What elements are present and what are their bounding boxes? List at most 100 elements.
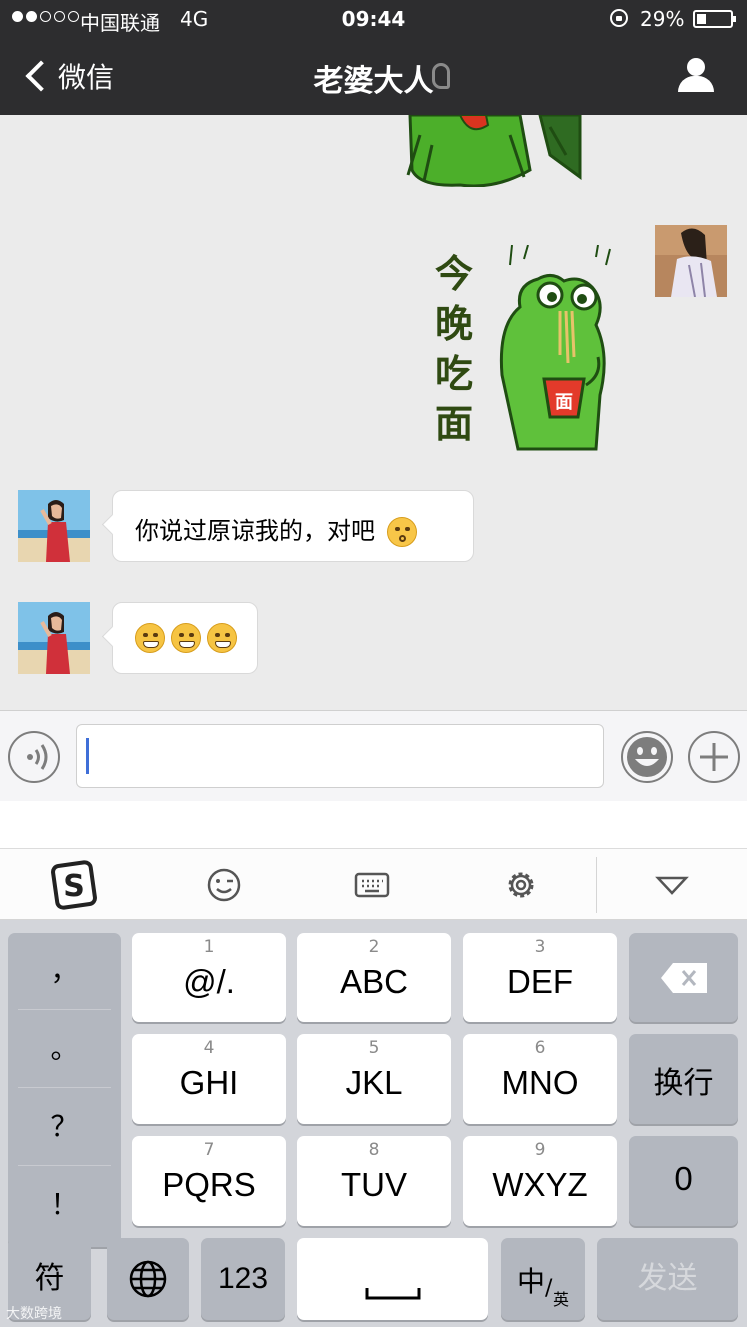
person-torso [678,76,714,92]
status-time: 09:44 [341,7,406,31]
key-number: 7 [203,1140,215,1160]
key-number: 4 [203,1038,215,1058]
key-2[interactable]: 2 ABC [297,933,451,1022]
space-key[interactable] [297,1238,488,1320]
backspace-icon [661,963,707,993]
punct-divider [18,1165,111,1166]
punct-key[interactable]: ！ [8,1167,121,1243]
key-4[interactable]: 4 GHI [132,1034,286,1124]
smiley-icon [627,737,667,777]
green-frog-sticker[interactable] [400,115,590,187]
emoticon-button[interactable] [174,849,274,921]
battery-icon [693,10,736,28]
key-1[interactable]: 1 @/. [132,933,286,1022]
emoji-mouth [398,535,406,542]
more-button[interactable] [688,731,740,783]
key-9[interactable]: 9 WXYZ [463,1136,617,1226]
contact-avatar[interactable] [18,602,90,674]
emoji-row [135,621,237,653]
punct-key[interactable]: 。 [8,1011,121,1087]
sticker-char: 面 [435,402,473,446]
message-bubble[interactable] [112,602,258,674]
emoji-eye [179,633,184,637]
key-3[interactable]: 3 DEF [463,933,617,1022]
key-label: 0 [674,1160,693,1197]
rotation-lock-icon [610,9,628,27]
my-avatar[interactable] [655,225,727,297]
key-6[interactable]: 6 MNO [463,1034,617,1124]
sogou-logo-button[interactable]: S [24,849,124,921]
punct-key[interactable]: ， [8,933,121,1009]
message-bubble[interactable]: 你说过原谅我的，对吧 [112,490,474,562]
settings-button[interactable] [471,849,571,921]
key-number: 8 [368,1140,380,1160]
key-number: 2 [368,937,380,957]
key-label: 123 [217,1262,269,1295]
key-label: ABC [340,963,408,1000]
key-label: 符 [34,1261,65,1296]
key-number: 3 [534,937,546,957]
key-label: MNO [501,1064,579,1101]
globe-key[interactable] [107,1238,189,1320]
emoji-eye [225,633,230,637]
contact-avatar[interactable] [18,490,90,562]
globe-icon [129,1260,167,1298]
keyboard-icon [354,872,390,898]
grimacing-face-emoji [207,623,237,653]
emoji-eye [153,633,158,637]
key-label: JKL [345,1064,403,1101]
gear-icon [508,872,534,898]
toolbar-divider [596,857,597,913]
key-number: 5 [368,1038,380,1058]
emoji-button[interactable] [621,731,673,783]
newline-key[interactable]: 换行 [629,1034,738,1124]
key-7[interactable]: 7 PQRS [132,1136,286,1226]
space-icon [365,1288,421,1300]
key-label: PQRS [162,1166,256,1203]
plus-icon [700,743,728,771]
input-spacer [0,801,747,848]
avatar-image [18,490,90,562]
noodle-frog-sticker[interactable]: 今 晚 吃 面 面 [420,245,620,455]
send-key[interactable]: 发送 [597,1238,738,1320]
key-number: 6 [534,1038,546,1058]
key-label: 换行 [653,1066,714,1101]
avatar-image [655,225,727,297]
battery-percent: 29% [640,7,685,31]
lang-sub: 英 [553,1290,570,1309]
emoji-eye [143,633,148,637]
key-label: WXYZ [492,1166,588,1203]
punct-key[interactable]: ？ [8,1089,121,1165]
sticker-char: 今 [435,252,473,296]
cup-label: 面 [555,392,573,413]
key-label: DEF [507,963,573,1000]
numbers-key[interactable]: 123 [201,1238,285,1320]
top-bar: 中国联通 4G 09:44 29% 微信 老婆大人 [0,0,747,115]
text-caret [86,738,89,774]
voice-icon [27,744,48,770]
keyboard-toolbar: S [0,848,747,920]
message-text: 你说过原谅我的，对吧 [135,517,375,545]
voice-button[interactable] [8,731,60,783]
key-8[interactable]: 8 TUV [297,1136,451,1226]
chat-area[interactable]: 今 晚 吃 面 面 你说过原谅我的，对吧 [0,115,747,710]
key-number: 1 [203,937,215,957]
keyboard: ， 。 ？ ！ 1 @/. 2 ABC 3 DEF 4 GHI 5 JKL 6 … [0,920,747,1327]
person-icon[interactable] [678,58,714,94]
message-input[interactable] [76,724,604,788]
sticker-char: 吃 [435,352,473,396]
key-0[interactable]: 0 [629,1136,738,1226]
keyboard-switch-button[interactable] [322,849,422,921]
punct-divider [18,1087,111,1088]
emoji-eye [189,633,194,637]
svg-text:S: S [63,869,85,904]
key-5[interactable]: 5 JKL [297,1034,451,1124]
lang-main: 中 [517,1265,546,1298]
triangle-down-icon [655,876,689,895]
language-switch-key[interactable]: 中 / 英 [501,1238,585,1320]
emoji-mouth [215,641,231,648]
emoji-mouth [179,641,195,648]
emoji-eye [394,527,400,531]
backspace-key[interactable] [629,933,738,1022]
hide-keyboard-button[interactable] [622,849,722,921]
